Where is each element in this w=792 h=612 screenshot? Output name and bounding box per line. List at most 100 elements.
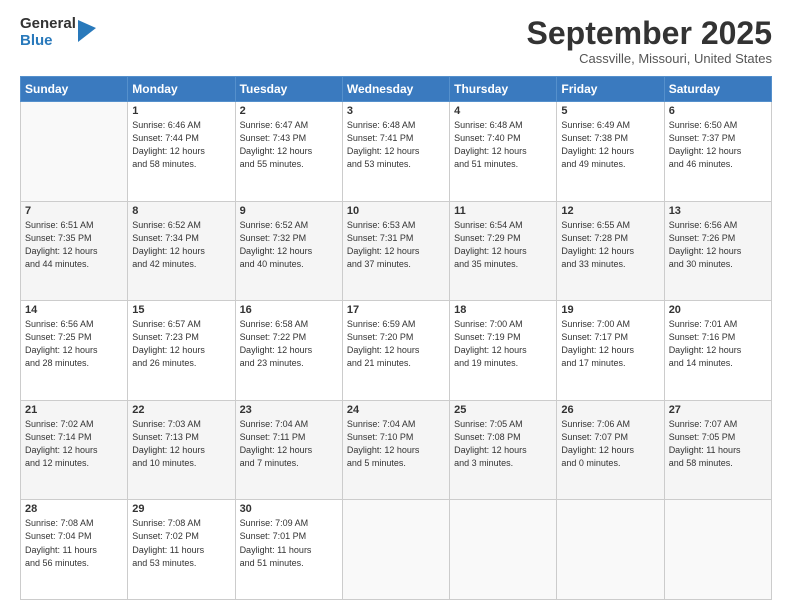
calendar-cell: 19Sunrise: 7:00 AM Sunset: 7:17 PM Dayli… [557,301,664,401]
calendar-cell: 20 Sunrise: 7:01 AM Sunset: 7:16 PM Dayli… [664,301,771,401]
day-info: Sunrise: 6:57 AM Sunset: 7:23 PM Dayligh… [132,318,230,370]
day-info: Sunrise: 7:09 AM Sunset: 7:01 PM Dayligh… [240,517,338,569]
day-number: 1 [132,105,230,117]
day-number: 10 [347,205,445,217]
day-info: Sunrise: 6:48 AM Sunset: 7:41 PM Dayligh… [347,119,445,171]
calendar-cell: 2 Sunrise: 6:47 AM Sunset: 7:43 PM Daylig… [235,102,342,202]
header: General Blue September 2025 Cassville, M… [20,16,772,66]
day-info: Sunrise: 7:02 AM Sunset: 7:14 PM Dayligh… [25,418,123,470]
calendar-day-header: Monday [128,77,235,102]
calendar-cell [342,500,449,600]
calendar-cell: 13Sunrise: 6:56 AM Sunset: 7:26 PM Dayli… [664,201,771,301]
day-number: 6 [669,105,767,117]
day-info: Sunrise: 7:01 AM Sunset: 7:16 PM Dayligh… [669,318,767,370]
day-number: 30 [240,503,338,515]
day-number: 18 [454,304,552,316]
logo-blue-text: Blue [20,33,76,50]
calendar-cell: 28Sunrise: 7:08 AM Sunset: 7:04 PM Dayli… [21,500,128,600]
day-info: Sunrise: 7:05 AM Sunset: 7:08 PM Dayligh… [454,418,552,470]
day-info: Sunrise: 6:52 AM Sunset: 7:34 PM Dayligh… [132,219,230,271]
day-info: Sunrise: 6:52 AM Sunset: 7:32 PM Dayligh… [240,219,338,271]
day-info: Sunrise: 6:50 AM Sunset: 7:37 PM Dayligh… [669,119,767,171]
calendar-cell [557,500,664,600]
calendar-week-row: 28Sunrise: 7:08 AM Sunset: 7:04 PM Dayli… [21,500,772,600]
day-info: Sunrise: 7:04 AM Sunset: 7:10 PM Dayligh… [347,418,445,470]
day-info: Sunrise: 7:03 AM Sunset: 7:13 PM Dayligh… [132,418,230,470]
calendar-cell: 23 Sunrise: 7:04 AM Sunset: 7:11 PM Dayli… [235,400,342,500]
calendar-week-row: 21Sunrise: 7:02 AM Sunset: 7:14 PM Dayli… [21,400,772,500]
calendar-cell: 11 Sunrise: 6:54 AM Sunset: 7:29 PM Dayli… [450,201,557,301]
day-number: 23 [240,404,338,416]
page: General Blue September 2025 Cassville, M… [0,0,792,612]
calendar-day-header: Tuesday [235,77,342,102]
day-number: 16 [240,304,338,316]
calendar-day-header: Thursday [450,77,557,102]
day-number: 11 [454,205,552,217]
day-number: 5 [561,105,659,117]
calendar-cell: 29 Sunrise: 7:08 AM Sunset: 7:02 PM Dayli… [128,500,235,600]
day-info: Sunrise: 6:59 AM Sunset: 7:20 PM Dayligh… [347,318,445,370]
day-number: 14 [25,304,123,316]
calendar-cell: 30 Sunrise: 7:09 AM Sunset: 7:01 PM Dayli… [235,500,342,600]
calendar-cell: 4Sunrise: 6:48 AM Sunset: 7:40 PM Daylig… [450,102,557,202]
day-number: 27 [669,404,767,416]
day-info: Sunrise: 7:08 AM Sunset: 7:04 PM Dayligh… [25,517,123,569]
day-info: Sunrise: 7:04 AM Sunset: 7:11 PM Dayligh… [240,418,338,470]
calendar-cell: 26Sunrise: 7:06 AM Sunset: 7:07 PM Dayli… [557,400,664,500]
logo-icon [78,20,96,42]
day-number: 2 [240,105,338,117]
day-info: Sunrise: 7:07 AM Sunset: 7:05 PM Dayligh… [669,418,767,470]
calendar-cell: 24 Sunrise: 7:04 AM Sunset: 7:10 PM Dayli… [342,400,449,500]
calendar-cell: 3 Sunrise: 6:48 AM Sunset: 7:41 PM Daylig… [342,102,449,202]
calendar-cell: 6 Sunrise: 6:50 AM Sunset: 7:37 PM Daylig… [664,102,771,202]
day-number: 3 [347,105,445,117]
calendar-cell: 21Sunrise: 7:02 AM Sunset: 7:14 PM Dayli… [21,400,128,500]
day-number: 29 [132,503,230,515]
month-title: September 2025 [527,16,772,51]
calendar-cell: 5 Sunrise: 6:49 AM Sunset: 7:38 PM Daylig… [557,102,664,202]
calendar-cell: 27 Sunrise: 7:07 AM Sunset: 7:05 PM Dayli… [664,400,771,500]
calendar-week-row: 14 Sunrise: 6:56 AM Sunset: 7:25 PM Dayli… [21,301,772,401]
day-info: Sunrise: 6:56 AM Sunset: 7:25 PM Dayligh… [25,318,123,370]
day-info: Sunrise: 6:54 AM Sunset: 7:29 PM Dayligh… [454,219,552,271]
calendar-cell: 10Sunrise: 6:53 AM Sunset: 7:31 PM Dayli… [342,201,449,301]
day-info: Sunrise: 6:49 AM Sunset: 7:38 PM Dayligh… [561,119,659,171]
calendar-day-header: Saturday [664,77,771,102]
calendar-cell: 15 Sunrise: 6:57 AM Sunset: 7:23 PM Dayli… [128,301,235,401]
calendar-cell: 7 Sunrise: 6:51 AM Sunset: 7:35 PM Daylig… [21,201,128,301]
calendar-cell: 25Sunrise: 7:05 AM Sunset: 7:08 PM Dayli… [450,400,557,500]
calendar-table: SundayMondayTuesdayWednesdayThursdayFrid… [20,76,772,600]
day-number: 9 [240,205,338,217]
day-number: 8 [132,205,230,217]
calendar-week-row: 7 Sunrise: 6:51 AM Sunset: 7:35 PM Daylig… [21,201,772,301]
day-number: 12 [561,205,659,217]
title-block: September 2025 Cassville, Missouri, Unit… [527,16,772,66]
day-info: Sunrise: 6:55 AM Sunset: 7:28 PM Dayligh… [561,219,659,271]
calendar-cell: 17Sunrise: 6:59 AM Sunset: 7:20 PM Dayli… [342,301,449,401]
day-info: Sunrise: 6:56 AM Sunset: 7:26 PM Dayligh… [669,219,767,271]
calendar-cell [664,500,771,600]
calendar-cell: 12 Sunrise: 6:55 AM Sunset: 7:28 PM Dayli… [557,201,664,301]
calendar-cell: 9 Sunrise: 6:52 AM Sunset: 7:32 PM Daylig… [235,201,342,301]
calendar-day-header: Wednesday [342,77,449,102]
day-info: Sunrise: 6:58 AM Sunset: 7:22 PM Dayligh… [240,318,338,370]
day-number: 26 [561,404,659,416]
day-info: Sunrise: 7:08 AM Sunset: 7:02 PM Dayligh… [132,517,230,569]
day-info: Sunrise: 7:00 AM Sunset: 7:19 PM Dayligh… [454,318,552,370]
calendar-cell: 18 Sunrise: 7:00 AM Sunset: 7:19 PM Dayli… [450,301,557,401]
day-info: Sunrise: 6:51 AM Sunset: 7:35 PM Dayligh… [25,219,123,271]
day-number: 24 [347,404,445,416]
day-number: 20 [669,304,767,316]
day-number: 7 [25,205,123,217]
day-number: 15 [132,304,230,316]
logo-general-text: General [20,16,76,33]
calendar-cell: 8 Sunrise: 6:52 AM Sunset: 7:34 PM Daylig… [128,201,235,301]
calendar-week-row: 1 Sunrise: 6:46 AM Sunset: 7:44 PM Daylig… [21,102,772,202]
day-info: Sunrise: 6:46 AM Sunset: 7:44 PM Dayligh… [132,119,230,171]
logo: General Blue [20,16,96,49]
calendar-cell: 16 Sunrise: 6:58 AM Sunset: 7:22 PM Dayli… [235,301,342,401]
day-info: Sunrise: 6:47 AM Sunset: 7:43 PM Dayligh… [240,119,338,171]
calendar-day-header: Sunday [21,77,128,102]
calendar-header-row: SundayMondayTuesdayWednesdayThursdayFrid… [21,77,772,102]
calendar-day-header: Friday [557,77,664,102]
